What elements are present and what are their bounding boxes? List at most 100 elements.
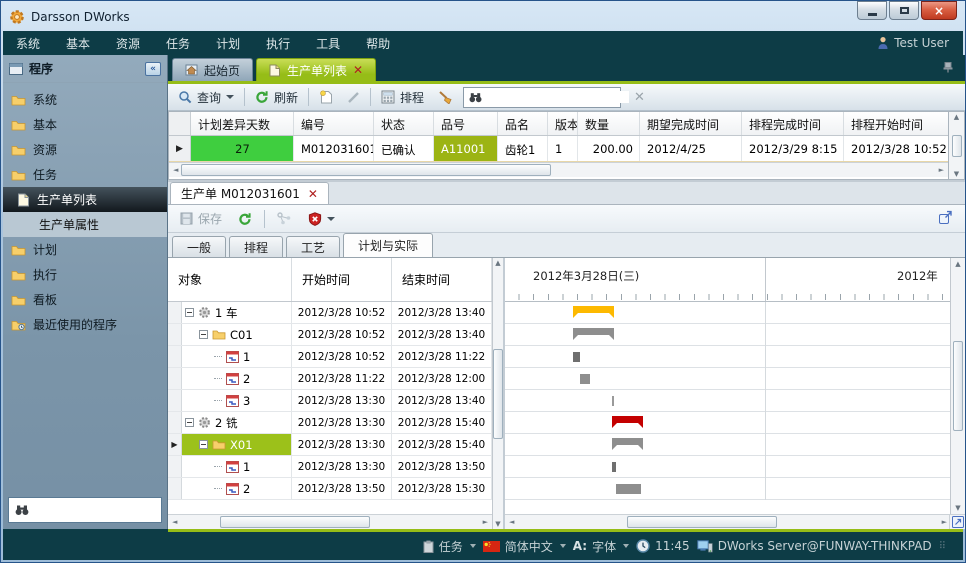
- scroll-left-arrow[interactable]: ◄: [172, 518, 177, 529]
- detail-tab-production-order[interactable]: 生产单 M012031601 ✕: [170, 182, 329, 204]
- menu-help[interactable]: 帮助: [353, 31, 403, 55]
- subtab-process[interactable]: 工艺: [286, 236, 340, 257]
- menu-basic[interactable]: 基本: [53, 31, 103, 55]
- col-sched-start[interactable]: 排程开始时间: [844, 112, 948, 135]
- scroll-left-arrow[interactable]: ◄: [173, 166, 178, 177]
- scroll-right-arrow[interactable]: ►: [939, 166, 944, 177]
- subtab-plan-vs-actual[interactable]: 计划与实际: [343, 233, 433, 257]
- tree-grid-vscrollbar[interactable]: ▲ ▼: [492, 258, 503, 529]
- edit-button[interactable]: [343, 89, 364, 106]
- scroll-up-arrow[interactable]: ▲: [955, 260, 960, 268]
- gantt-export-icon[interactable]: [949, 515, 965, 529]
- tree-row-machine-1[interactable]: 1 车 2012/3/28 10:52 2012/3/28 13:40: [168, 302, 492, 324]
- vscroll-thumb[interactable]: [493, 349, 503, 439]
- tab-production-order-list[interactable]: 生产单列表 ✕: [256, 58, 376, 81]
- dropdown-caret[interactable]: [623, 544, 629, 548]
- grid-filter-input[interactable]: [487, 91, 629, 103]
- sidebar-item-recent-programs[interactable]: 最近使用的程序: [3, 312, 167, 337]
- menu-execute[interactable]: 执行: [253, 31, 303, 55]
- subtab-general[interactable]: 一般: [172, 236, 226, 257]
- collapse-expander-icon[interactable]: [185, 308, 194, 317]
- gantt-bar[interactable]: [612, 438, 644, 445]
- close-button[interactable]: ×: [921, 1, 957, 20]
- menu-plan[interactable]: 计划: [203, 31, 253, 55]
- sidebar-item-system[interactable]: 系统: [3, 87, 167, 112]
- validate-shield-button[interactable]: [304, 210, 339, 228]
- detail-tab-close-icon[interactable]: ✕: [308, 189, 318, 199]
- menu-task[interactable]: 任务: [153, 31, 203, 55]
- menu-system[interactable]: 系统: [3, 31, 53, 55]
- sidebar-item-execute[interactable]: 执行: [3, 262, 167, 287]
- workflow-button[interactable]: [273, 210, 296, 227]
- status-language-menu[interactable]: 简体中文: [483, 538, 566, 555]
- pin-icon[interactable]: [941, 61, 955, 73]
- gantt-rows[interactable]: [505, 302, 950, 500]
- collapse-expander-icon[interactable]: [199, 440, 208, 449]
- tree-row-resource-x01[interactable]: ▶ X01 2012/3/28 13:30 2012/3/28 15:40: [168, 434, 492, 456]
- scroll-right-arrow[interactable]: ►: [483, 518, 488, 529]
- scroll-up-arrow[interactable]: ▲: [954, 113, 959, 121]
- refresh-button[interactable]: 刷新: [251, 87, 302, 108]
- tree-grid-hscrollbar[interactable]: ◄ ►: [168, 514, 492, 529]
- tree-row-op-3[interactable]: 3 2012/3/28 13:30 2012/3/28 13:40: [168, 390, 492, 412]
- collapse-expander-icon[interactable]: [185, 418, 194, 427]
- col-version[interactable]: 版本: [548, 112, 578, 135]
- minimize-button[interactable]: [857, 1, 887, 20]
- col-plan-diff-days[interactable]: 计划差异天数: [191, 112, 294, 135]
- col-object[interactable]: 对象: [168, 258, 292, 301]
- scroll-down-arrow[interactable]: ▼: [955, 504, 960, 512]
- col-sched-finish[interactable]: 排程完成时间: [742, 112, 844, 135]
- gantt-bar[interactable]: [612, 462, 617, 472]
- sidebar-item-board[interactable]: 看板: [3, 287, 167, 312]
- subtab-schedule[interactable]: 排程: [229, 236, 283, 257]
- gantt-bar[interactable]: [616, 484, 640, 494]
- tree-row-resource-c01[interactable]: C01 2012/3/28 10:52 2012/3/28 13:40: [168, 324, 492, 346]
- order-row[interactable]: ▶ 27 M012031601 已确认 A11001 齿轮1 1 200.00 …: [169, 136, 948, 162]
- dropdown-caret[interactable]: [560, 544, 566, 548]
- gantt-bar[interactable]: [573, 352, 580, 362]
- open-in-window-icon[interactable]: [938, 210, 953, 225]
- gantt-bar[interactable]: [612, 416, 644, 423]
- sidebar-item-resource[interactable]: 资源: [3, 137, 167, 162]
- menu-resource[interactable]: 资源: [103, 31, 153, 55]
- clear-broom-button[interactable]: [434, 88, 457, 106]
- hscroll-thumb[interactable]: [627, 516, 777, 528]
- vscroll-thumb[interactable]: [953, 341, 963, 431]
- save-button[interactable]: 保存: [176, 208, 226, 229]
- col-status[interactable]: 状态: [374, 112, 434, 135]
- scroll-down-arrow[interactable]: ▼: [495, 520, 500, 528]
- sidebar-search-input[interactable]: [35, 504, 177, 516]
- gantt-bar[interactable]: [573, 306, 614, 313]
- orders-grid-hscrollbar[interactable]: ◄ ►: [169, 162, 948, 177]
- tab-close-icon[interactable]: ✕: [353, 65, 363, 75]
- gantt-bar[interactable]: [612, 396, 614, 406]
- dropdown-caret[interactable]: [470, 544, 476, 548]
- gantt-bar[interactable]: [573, 328, 614, 335]
- detail-refresh-button[interactable]: [234, 210, 256, 228]
- sidebar-collapse-button[interactable]: «: [145, 62, 161, 76]
- scroll-right-arrow[interactable]: ►: [942, 518, 947, 529]
- new-button[interactable]: [315, 88, 337, 106]
- gantt-vscrollbar[interactable]: ▲ ▼: [950, 258, 965, 514]
- hscroll-thumb[interactable]: [181, 164, 551, 176]
- scroll-left-arrow[interactable]: ◄: [509, 518, 514, 529]
- schedule-button[interactable]: 排程: [377, 87, 428, 108]
- hscroll-thumb[interactable]: [220, 516, 370, 528]
- tab-home[interactable]: 起始页: [172, 58, 253, 81]
- shield-dropdown-caret[interactable]: [327, 217, 335, 221]
- orders-grid-vscrollbar[interactable]: ▲ ▼: [949, 111, 965, 180]
- tree-row-machine-2[interactable]: 2 铣 2012/3/28 13:30 2012/3/28 15:40: [168, 412, 492, 434]
- col-item-name[interactable]: 品名: [498, 112, 548, 135]
- tree-row-op-2[interactable]: 2 2012/3/28 11:22 2012/3/28 12:00: [168, 368, 492, 390]
- sidebar-item-task[interactable]: 任务: [3, 162, 167, 187]
- grid-filter-clear-icon[interactable]: ✕: [634, 90, 645, 105]
- sidebar-item-basic[interactable]: 基本: [3, 112, 167, 137]
- tree-row-op-1[interactable]: 1 2012/3/28 10:52 2012/3/28 11:22: [168, 346, 492, 368]
- col-end-time[interactable]: 结束时间: [392, 258, 492, 301]
- sidebar-item-production-order-list[interactable]: 生产单列表: [3, 187, 167, 212]
- collapse-expander-icon[interactable]: [199, 330, 208, 339]
- col-item-no[interactable]: 品号: [434, 112, 498, 135]
- tree-row-op-1b[interactable]: 1 2012/3/28 13:30 2012/3/28 13:50: [168, 456, 492, 478]
- query-dropdown-caret[interactable]: [226, 95, 234, 99]
- maximize-button[interactable]: [889, 1, 919, 20]
